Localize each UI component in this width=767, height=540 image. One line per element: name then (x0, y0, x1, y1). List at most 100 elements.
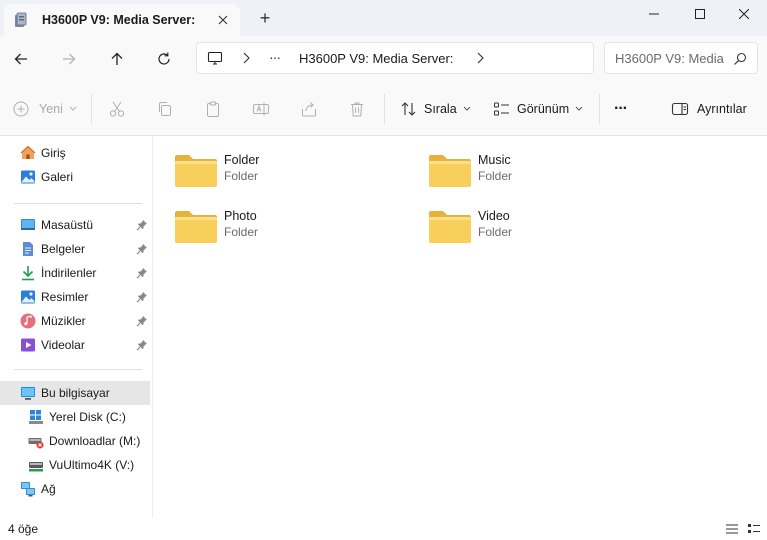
sidebar-item-label: Galeri (41, 170, 74, 184)
downloads-icon (20, 265, 36, 281)
sidebar-item-label: Ağ (41, 482, 56, 496)
new-button[interactable]: Yeni (13, 97, 77, 121)
sidebar-divider (14, 203, 142, 204)
chevron-right-icon[interactable] (241, 52, 251, 64)
documents-icon (20, 241, 36, 257)
folder-icon (429, 155, 471, 187)
cut-button[interactable] (108, 97, 126, 121)
sidebar-item-documents[interactable]: Belgeler (0, 237, 150, 261)
new-tab-button[interactable]: + (254, 8, 276, 28)
forward-button[interactable] (56, 46, 82, 72)
maximize-button[interactable] (677, 0, 723, 28)
sort-button[interactable]: Sırala (400, 97, 471, 121)
plus-icon: + (259, 8, 271, 28)
details-pane-label: Ayrıntılar (697, 102, 747, 116)
tab-media-server[interactable]: H3600P V9: Media Server: (4, 4, 240, 36)
folder-item-video[interactable]: Video Folder (428, 205, 658, 251)
sidebar-item-videos[interactable]: Videolar (0, 333, 150, 357)
sidebar-divider (14, 369, 142, 370)
command-bar: Yeni Sırala Görünüm ··· Ayrıntılar (0, 82, 767, 136)
up-button[interactable] (104, 46, 130, 72)
refresh-button[interactable] (151, 46, 177, 72)
chevron-down-icon (463, 106, 471, 111)
folder-type: Folder (478, 169, 513, 183)
rename-icon (253, 102, 269, 116)
network-drive-icon (28, 457, 44, 473)
add-circle-icon (13, 101, 29, 117)
pin-icon[interactable] (136, 339, 148, 351)
sidebar-item-label: Yerel Disk (C:) (49, 410, 126, 424)
copy-button[interactable] (156, 97, 174, 121)
list-view-icon (726, 524, 738, 534)
view-button[interactable]: Görünüm (493, 97, 583, 121)
pin-icon[interactable] (136, 219, 148, 231)
search-input[interactable]: H3600P V9: Media Server: içinde ara (604, 42, 758, 74)
sidebar-item-gallery[interactable]: Galeri (0, 165, 150, 189)
pin-icon[interactable] (136, 315, 148, 327)
folder-item-music[interactable]: Music Folder (428, 149, 658, 195)
item-count: 4 öğe (8, 522, 39, 536)
tiles-view-button[interactable] (745, 521, 763, 537)
sidebar-item-drive-c[interactable]: Yerel Disk (C:) (0, 405, 150, 429)
command-separator (599, 94, 600, 124)
folder-icon (175, 211, 217, 243)
tab-title: H3600P V9: Media Server: (42, 13, 196, 27)
pictures-icon (20, 289, 36, 305)
home-icon (20, 145, 36, 161)
sidebar-item-label: Bu bilgisayar (41, 386, 110, 400)
pin-icon[interactable] (136, 267, 148, 279)
folder-type: Folder (478, 225, 513, 239)
sidebar-item-pictures[interactable]: Resimler (0, 285, 150, 309)
trash-icon (351, 102, 363, 117)
details-pane-button[interactable]: Ayrıntılar (671, 97, 747, 121)
navigation-pane: Giriş Galeri Masaüstü Belgeler İndirilen… (0, 137, 153, 518)
close-tab-icon[interactable] (214, 11, 232, 29)
refresh-icon (158, 52, 170, 65)
folder-icon (429, 211, 471, 243)
folder-name: Video (478, 209, 510, 223)
command-separator (384, 94, 385, 124)
chevron-down-icon (575, 106, 583, 111)
status-bar: 4 öğe (0, 518, 767, 540)
sidebar-item-this-pc[interactable]: Bu bilgisayar (0, 381, 150, 405)
paste-button[interactable] (204, 97, 222, 121)
sidebar-item-downloads[interactable]: İndirilenler (0, 261, 150, 285)
title-bar: H3600P V9: Media Server: + (0, 0, 767, 36)
sidebar-item-network[interactable]: Ağ (0, 477, 150, 501)
close-window-button[interactable] (721, 0, 767, 28)
back-button[interactable] (8, 46, 34, 72)
details-pane-icon (671, 102, 689, 116)
sidebar-item-drive-v[interactable]: VuUltimo4K (V:) (0, 453, 150, 477)
address-overflow-button[interactable]: ··· (269, 49, 281, 65)
delete-button[interactable] (348, 97, 366, 121)
tiles-view-icon (748, 524, 760, 533)
sidebar-item-label: Masaüstü (41, 218, 94, 232)
details-view-button[interactable] (723, 521, 741, 537)
sidebar-item-music[interactable]: Müzikler (0, 309, 150, 333)
share-button[interactable] (300, 97, 318, 121)
folder-item-photo[interactable]: Photo Folder (174, 205, 404, 251)
scissors-icon (109, 101, 125, 117)
music-icon (20, 313, 36, 329)
more-options-button[interactable]: ··· (614, 97, 628, 121)
sidebar-item-home[interactable]: Giriş (0, 141, 150, 165)
minimize-icon (649, 13, 659, 15)
minimize-button[interactable] (631, 0, 677, 28)
rename-button[interactable] (252, 97, 270, 121)
share-icon (302, 102, 316, 117)
computer-icon[interactable] (207, 50, 223, 66)
address-bar[interactable]: ··· H3600P V9: Media Server: (196, 42, 594, 74)
pin-icon[interactable] (136, 243, 148, 255)
gallery-icon (20, 169, 36, 185)
chevron-right-icon[interactable] (475, 52, 485, 64)
folder-item-folder[interactable]: Folder Folder (174, 149, 404, 195)
folder-name: Photo (224, 209, 257, 223)
sidebar-item-label: Müzikler (41, 314, 86, 328)
sidebar-item-drive-m[interactable]: Downloadlar (M:) (0, 429, 150, 453)
sidebar-item-label: Videolar (41, 338, 85, 352)
videos-icon (20, 337, 36, 353)
navigation-bar: ··· H3600P V9: Media Server: H3600P V9: … (0, 36, 767, 82)
sidebar-item-desktop[interactable]: Masaüstü (0, 213, 150, 237)
pin-icon[interactable] (136, 291, 148, 303)
address-path-segment[interactable]: H3600P V9: Media Server: (299, 51, 453, 66)
